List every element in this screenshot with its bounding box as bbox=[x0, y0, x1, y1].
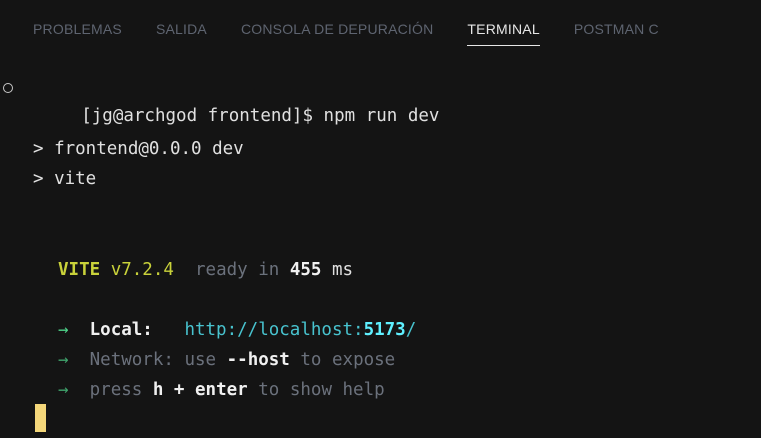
arrow-right-icon: → bbox=[58, 320, 69, 340]
help-tail: to show help bbox=[258, 380, 385, 400]
arrow-right-icon: → bbox=[58, 350, 69, 370]
network-line: → Network: use --host to expose bbox=[58, 346, 395, 374]
network-tail: to expose bbox=[300, 350, 396, 370]
ready-ms: 455 bbox=[289, 260, 322, 280]
arrow-right-icon: → bbox=[58, 380, 69, 400]
local-url[interactable]: http://localhost:5173/ bbox=[184, 320, 416, 340]
local-port: 5173 bbox=[363, 320, 406, 340]
help-keys: h + enter bbox=[152, 380, 248, 400]
tab-consola-depuracion[interactable]: CONSOLA DE DEPURACIÓN bbox=[241, 0, 433, 58]
help-line: → press h + enter to show help bbox=[58, 376, 385, 404]
network-label: Network: bbox=[89, 350, 174, 370]
ms-unit: ms bbox=[332, 260, 354, 280]
vite-name: VITE bbox=[58, 260, 101, 280]
vite-version: v7.2.4 bbox=[110, 260, 174, 280]
local-line: → Local: http://localhost:5173/ bbox=[58, 316, 416, 344]
local-url-prefix: http://localhost: bbox=[184, 320, 364, 340]
help-press: press bbox=[89, 380, 143, 400]
terminal-panel: PROBLEMAS SALIDA CONSOLA DE DEPURACIÓN T… bbox=[0, 0, 761, 438]
local-url-suffix: / bbox=[405, 320, 417, 340]
script-line-1: > frontend@0.0.0 dev bbox=[33, 139, 244, 159]
script-line-2: > vite bbox=[33, 169, 97, 189]
ready-text: ready in bbox=[195, 260, 280, 280]
panel-tab-bar: PROBLEMAS SALIDA CONSOLA DE DEPURACIÓN T… bbox=[0, 0, 761, 58]
local-label: Local: bbox=[89, 320, 153, 340]
prompt-line: [jg@archgod frontend]$ npm run dev bbox=[0, 74, 439, 126]
command-status-icon[interactable] bbox=[3, 83, 13, 93]
network-use: use bbox=[184, 350, 217, 370]
tab-terminal[interactable]: TERMINAL bbox=[467, 0, 541, 58]
terminal-cursor bbox=[35, 404, 46, 432]
vite-ready-line: VITE v7.2.4 ready in 455 ms bbox=[58, 256, 353, 284]
tab-problemas[interactable]: PROBLEMAS bbox=[33, 0, 122, 58]
prompt-text: [jg@archgod frontend]$ npm run dev bbox=[81, 106, 440, 126]
network-flag: --host bbox=[226, 350, 290, 370]
tab-postman[interactable]: POSTMAN C bbox=[574, 0, 659, 58]
tab-salida[interactable]: SALIDA bbox=[156, 0, 207, 58]
